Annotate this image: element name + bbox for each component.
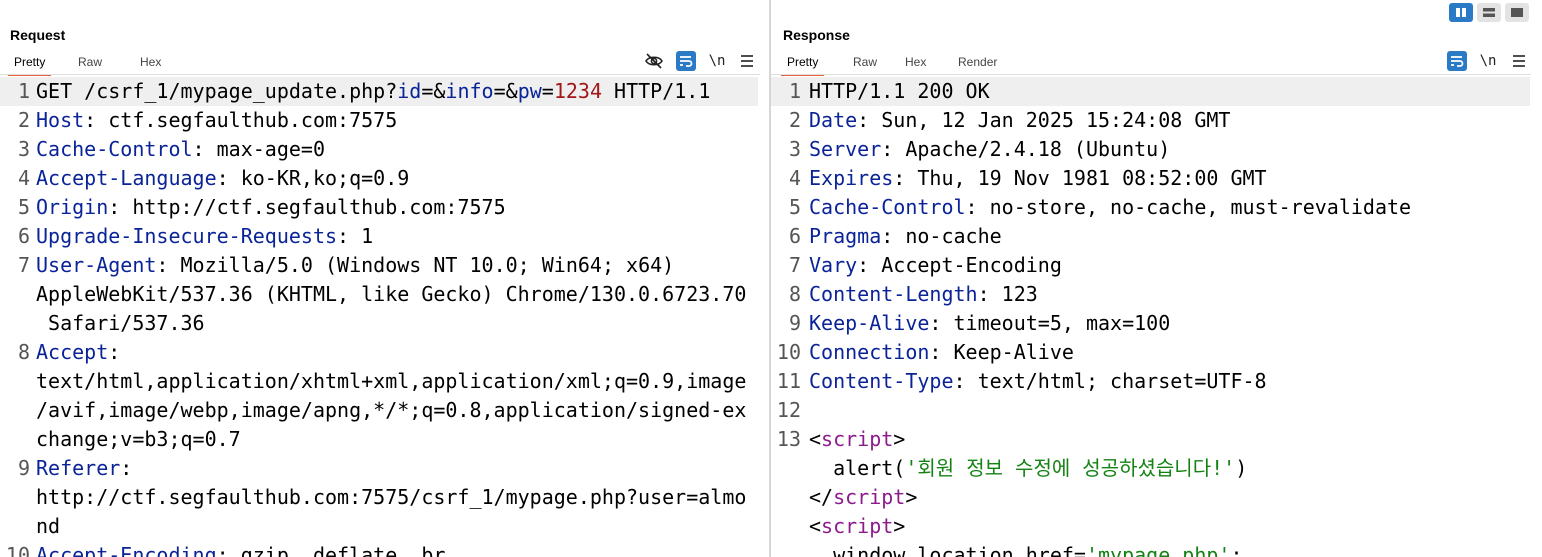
line-number: 4 [788, 166, 801, 190]
line-number: 4 [17, 166, 30, 190]
line-number: 9 [17, 456, 30, 480]
header-cache-control: Cache-Control: max-age=0 [36, 137, 325, 161]
header-referer: Referer: [36, 456, 133, 480]
line-number: 13 [776, 427, 801, 451]
body-script-open: <script> [809, 514, 906, 538]
header-accept-encoding: Accept-Encoding: gzip, deflate, br [36, 543, 446, 557]
request-pane: Request Pretty Raw Hex \n 1 GET /csrf_1/… [0, 0, 769, 557]
hamburger-menu-icon[interactable] [736, 50, 758, 72]
status-line: HTTP/1.1 200 OK [809, 79, 990, 103]
request-tab-raw[interactable]: Raw [72, 55, 108, 74]
line-number: 7 [788, 253, 801, 277]
layout-stacked-icon[interactable] [1477, 3, 1501, 22]
line-number: 5 [788, 195, 801, 219]
newline-toggle[interactable]: \n [706, 50, 728, 72]
line-number: 3 [788, 137, 801, 161]
body-script-open: <script> [809, 427, 906, 451]
body-alert-line: alert('회원 정보 수정에 성공하셨습니다!') [809, 456, 1248, 480]
eye-slash-icon[interactable] [643, 50, 665, 72]
header-accept: Accept: [36, 340, 121, 364]
request-editor[interactable]: 1 GET /csrf_1/mypage_update.php?id=&info… [0, 77, 769, 557]
header-user-agent: User-Agent: Mozilla/5.0 (Windows NT 10.0… [36, 253, 675, 277]
request-tab-pretty[interactable]: Pretty [8, 55, 52, 76]
header-host: Host: ctf.segfaulthub.com:7575 [36, 108, 398, 132]
header-accept-wrap: /avif,image/webp,image/apng,*/*;q=0.8,ap… [36, 398, 747, 422]
header-cache-control: Cache-Control: no-store, no-cache, must-… [809, 195, 1412, 219]
header-referer-wrap: http://ctf.segfaulthub.com:7575/csrf_1/m… [36, 485, 747, 509]
header-keep-alive: Keep-Alive: timeout=5, max=100 [809, 311, 1171, 335]
header-user-agent-wrap: AppleWebKit/537.36 (KHTML, like Gecko) C… [36, 282, 747, 306]
header-accept-wrap: text/html,application/xhtml+xml,applicat… [36, 369, 747, 393]
header-origin: Origin: http://ctf.segfaulthub.com:7575 [36, 195, 506, 219]
body-location-line: window.location.href='mypage.php'; [809, 543, 1243, 557]
response-tab-pretty[interactable]: Pretty [781, 55, 825, 76]
body-script-close: </script> [809, 485, 918, 509]
header-pragma: Pragma: no-cache [809, 224, 1002, 248]
header-expires: Expires: Thu, 19 Nov 1981 08:52:00 GMT [809, 166, 1267, 190]
hamburger-menu-icon[interactable] [1508, 50, 1530, 72]
request-line: GET /csrf_1/mypage_update.php?id=&info=&… [36, 79, 711, 103]
line-number: 7 [17, 253, 30, 277]
line-number: 6 [788, 224, 801, 248]
word-wrap-icon[interactable] [675, 50, 697, 72]
line-number: 1 [17, 79, 30, 103]
line-number: 3 [17, 137, 30, 161]
header-content-length: Content-Length: 123 [809, 282, 1038, 306]
header-content-type: Content-Type: text/html; charset=UTF-8 [809, 369, 1267, 393]
layout-single-icon[interactable] [1505, 3, 1529, 22]
layout-side-by-side-icon[interactable] [1449, 3, 1473, 22]
line-number: 1 [788, 79, 801, 103]
newline-toggle[interactable]: \n [1477, 50, 1499, 72]
line-number: 2 [17, 108, 30, 132]
word-wrap-icon[interactable] [1446, 50, 1468, 72]
request-tab-hex[interactable]: Hex [134, 55, 167, 74]
line-number: 8 [17, 340, 30, 364]
header-upgrade-insecure-requests: Upgrade-Insecure-Requests: 1 [36, 224, 374, 248]
line-number: 6 [17, 224, 30, 248]
response-tab-render[interactable]: Render [952, 55, 1003, 74]
line-number: 2 [788, 108, 801, 132]
header-accept-language: Accept-Language: ko-KR,ko;q=0.9 [36, 166, 410, 190]
header-accept-wrap: change;v=b3;q=0.7 [36, 427, 241, 451]
line-number: 9 [788, 311, 801, 335]
response-tab-raw[interactable]: Raw [847, 55, 883, 74]
header-vary: Vary: Accept-Encoding [809, 253, 1062, 277]
header-connection: Connection: Keep-Alive [809, 340, 1074, 364]
response-tab-divider [771, 74, 1531, 75]
header-server: Server: Apache/2.4.18 (Ubuntu) [809, 137, 1171, 161]
response-title: Response [783, 27, 850, 43]
response-editor[interactable]: 1 HTTP/1.1 200 OK 2 Date: Sun, 12 Jan 20… [771, 77, 1542, 557]
line-number: 5 [17, 195, 30, 219]
line-number: 8 [788, 282, 801, 306]
line-number: 12 [776, 398, 801, 422]
header-referer-wrap: nd [36, 514, 61, 538]
response-tab-hex[interactable]: Hex [899, 55, 932, 74]
header-date: Date: Sun, 12 Jan 2025 15:24:08 GMT [809, 108, 1231, 132]
request-title: Request [10, 27, 66, 43]
header-user-agent-wrap: Safari/537.36 [36, 311, 205, 335]
line-number: 10 [5, 543, 30, 557]
request-tab-divider [0, 74, 760, 75]
line-number: 10 [776, 340, 801, 364]
response-pane: Response Pretty Raw Hex Render \n 1 HTTP… [771, 0, 1542, 557]
line-number: 11 [776, 369, 801, 393]
